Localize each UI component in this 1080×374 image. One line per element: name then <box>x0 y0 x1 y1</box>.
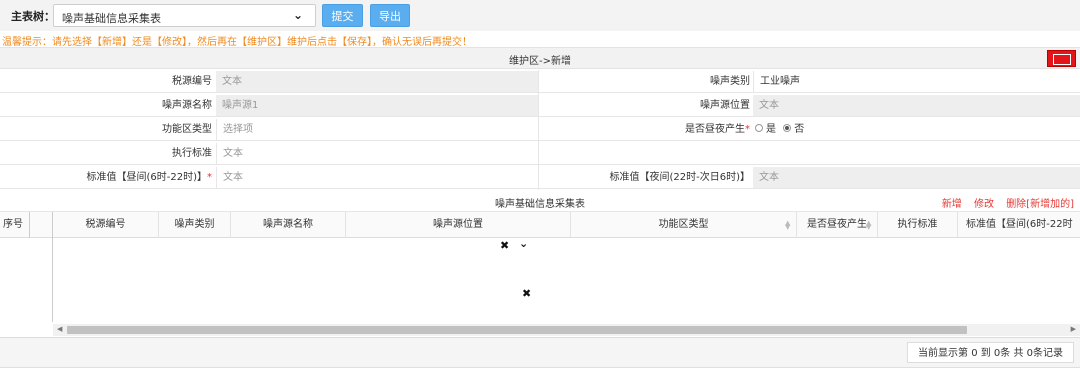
scrollbar-thumb[interactable] <box>67 326 967 334</box>
add-link[interactable]: 新增 <box>942 199 962 210</box>
horizontal-scrollbar[interactable]: ◀ ▶ <box>53 324 1080 336</box>
sort-icon[interactable]: ▲ ▼ <box>785 220 790 231</box>
noise-type-label: 噪声类别 <box>710 76 750 87</box>
col-header-std-day[interactable]: 标准值【昼间(6时-22时 <box>958 212 1080 238</box>
radio-no[interactable] <box>783 124 792 132</box>
std-night-label: 标准值【夜间(22时-次日6时)】 <box>609 172 751 183</box>
sort-icon[interactable]: ▲ ▼ <box>866 220 871 231</box>
func-zone-label: 功能区类型 <box>162 124 212 135</box>
maintenance-header: 维护区->新增 <box>0 47 1080 69</box>
maintenance-title: 维护区->新增 <box>509 56 571 67</box>
col-header-source-location[interactable]: 噪声源位置 <box>346 212 571 238</box>
form-row-4: 执行标准 文本 ✖ <box>0 142 1080 300</box>
required-mark: * <box>207 172 212 183</box>
col-header-exec-std[interactable]: 执行标准 <box>878 212 958 238</box>
std-day-input[interactable]: 文本 <box>216 167 538 188</box>
table-title: 噪声基础信息采集表 <box>495 199 585 210</box>
delete-new-link[interactable]: 删除[新增加的] <box>1006 199 1074 210</box>
grid-index-column <box>0 238 53 322</box>
source-location-label: 噪声源位置 <box>700 100 750 111</box>
day-night-label: 是否昼夜产生 <box>685 124 745 135</box>
day-night-label-wrap: 是否昼夜产生* <box>540 118 750 141</box>
form-divider <box>538 70 539 190</box>
col-header-func-zone[interactable]: 功能区类型 <box>571 212 797 238</box>
export-button[interactable]: 导出 <box>370 4 410 27</box>
data-grid: 序号 税源编号 噪声类别 噪声源名称 噪声源位置 功能区类型 是否昼夜产生 执行… <box>0 212 1080 338</box>
required-mark: * <box>745 124 750 135</box>
submit-button[interactable]: 提交 <box>322 4 363 27</box>
radio-yes-label: 是 <box>766 124 776 135</box>
std-night-input[interactable]: 文本 <box>753 167 1080 188</box>
form-row-1: 税源编号 文本 噪声类别 工业噪声 <box>0 70 1080 93</box>
day-night-radio-group: 是 否 <box>753 119 1080 140</box>
std-day-label-wrap: 标准值【昼间(6时-22时)】* <box>0 166 213 189</box>
scroll-right-icon[interactable]: ▶ <box>1071 325 1076 333</box>
source-location-input[interactable]: 文本 <box>753 95 1080 116</box>
grid-footer: 当前显示第 0 到 0条 共 0条记录 <box>0 338 1080 368</box>
radio-no-label: 否 <box>794 124 805 135</box>
chevron-down-icon[interactable]: ⌄ <box>293 8 303 22</box>
func-zone-select[interactable]: 选择项 <box>216 119 538 140</box>
std-day-label: 标准值【昼间(6时-22时)】 <box>86 172 208 183</box>
form-row-3: 功能区类型 选择项 ✖ ⌄ 是否昼夜产生* 是 否 <box>0 118 1080 252</box>
warm-tip: 温馨提示：请先选择【新增】还是【修改】，然后再在【维护区】维护后点击【保存】，确… <box>2 37 472 48</box>
edit-link[interactable]: 修改 <box>974 199 994 210</box>
col-header-source-name[interactable]: 噪声源名称 <box>231 212 346 238</box>
source-name-input[interactable]: 噪声源1 <box>216 95 538 116</box>
col-header-index[interactable]: 序号 <box>0 212 30 238</box>
col-header-noise-type[interactable]: 噪声类别 <box>159 212 231 238</box>
col-header-check <box>30 212 53 238</box>
tax-code-input[interactable]: 文本 <box>216 71 538 92</box>
top-toolbar: 主表树： 噪声基础信息采集表 ⌄ 提交 导出 <box>0 0 1080 31</box>
exec-std-input[interactable]: 文本 <box>216 143 538 164</box>
noise-type-input[interactable]: 工业噪声 <box>753 71 1080 92</box>
main-table-select-value: 噪声基础信息采集表 <box>62 12 161 25</box>
form-row-5: 标准值【昼间(6时-22时)】* 文本 ✖ 标准值【夜间(22时-次日6时)】 … <box>0 166 1080 348</box>
table-header-bar: 噪声基础信息采集表 新增 修改 删除[新增加的] <box>0 190 1080 212</box>
exec-std-label: 执行标准 <box>172 148 212 159</box>
radio-yes[interactable] <box>755 124 763 132</box>
tax-code-label: 税源编号 <box>172 76 212 87</box>
pager-info: 当前显示第 0 到 0条 共 0条记录 <box>907 342 1074 363</box>
source-name-label: 噪声源名称 <box>162 100 212 111</box>
form-row-2: 噪声源名称 噪声源1 噪声源位置 文本 <box>0 94 1080 117</box>
main-table-label: 主表树： <box>11 10 55 23</box>
table-actions: 新增 修改 删除[新增加的] <box>933 195 1074 210</box>
scroll-left-icon[interactable]: ◀ <box>57 325 62 333</box>
col-header-tax-code[interactable]: 税源编号 <box>53 212 159 238</box>
save-icon[interactable] <box>1047 50 1076 67</box>
main-table-select[interactable]: 噪声基础信息采集表 ⌄ <box>53 4 316 27</box>
grid-header: 序号 税源编号 噪声类别 噪声源名称 噪声源位置 功能区类型 是否昼夜产生 执行… <box>0 212 1080 238</box>
